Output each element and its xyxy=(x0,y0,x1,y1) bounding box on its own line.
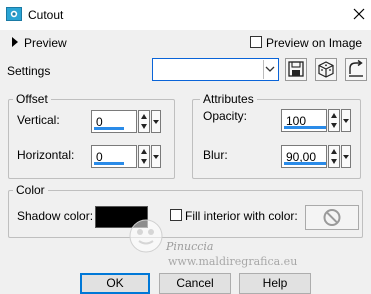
cutout-app-icon xyxy=(6,7,22,21)
close-icon[interactable] xyxy=(352,7,366,21)
dropdown-arrow-icon xyxy=(153,120,159,124)
color-group-label: Color xyxy=(13,183,48,197)
opacity-dropdown[interactable] xyxy=(341,109,351,132)
watermark-url: www.maldiregrafica.eu xyxy=(168,255,298,268)
blur-dropdown[interactable] xyxy=(341,145,351,168)
dropdown-arrow-icon xyxy=(153,155,159,159)
up-down-arrows-icon xyxy=(331,113,337,128)
window-title: Cutout xyxy=(28,8,64,22)
up-down-arrows-icon xyxy=(141,114,147,129)
blur-input[interactable]: 90,00 xyxy=(281,145,327,168)
blur-value-bar xyxy=(284,162,326,165)
horizontal-dropdown[interactable] xyxy=(151,145,161,168)
help-button[interactable]: Help xyxy=(239,273,311,294)
vertical-input[interactable]: 0 xyxy=(91,110,137,133)
opacity-stepper[interactable] xyxy=(328,109,340,132)
dropdown-arrow-icon xyxy=(343,119,349,123)
up-down-arrows-icon xyxy=(331,149,337,164)
no-color-icon xyxy=(323,209,341,226)
shadow-color-label: Shadow color: xyxy=(17,209,94,223)
preview-on-image-label[interactable]: Preview on Image xyxy=(266,36,362,50)
preset-combobox[interactable] xyxy=(152,58,279,81)
blur-spinbox[interactable]: 90,00 xyxy=(281,145,351,168)
opacity-value-bar xyxy=(284,126,326,129)
preset-dropdown-button[interactable] xyxy=(263,60,277,79)
watermark-name: Pinuccia xyxy=(166,240,214,253)
blur-stepper[interactable] xyxy=(328,145,340,168)
attributes-group-label: Attributes xyxy=(200,92,257,106)
preview-toggle[interactable]: Preview xyxy=(24,36,67,50)
fill-interior-checkbox[interactable] xyxy=(170,209,182,221)
dialog-window: Cutout Preview Preview on Image Settings xyxy=(0,0,371,294)
vertical-stepper[interactable] xyxy=(138,110,150,133)
randomize-icon xyxy=(318,61,334,78)
opacity-spinbox[interactable]: 100 xyxy=(281,109,351,132)
vertical-value-bar xyxy=(94,127,124,130)
vertical-spinbox[interactable]: 0 xyxy=(91,110,161,133)
dropdown-arrow-icon xyxy=(343,155,349,159)
vertical-label: Vertical: xyxy=(17,113,60,127)
vertical-dropdown[interactable] xyxy=(151,110,161,133)
chevron-down-icon xyxy=(265,66,275,72)
horizontal-label: Horizontal: xyxy=(17,148,75,162)
offset-group-label: Offset xyxy=(13,92,51,106)
ok-button[interactable]: OK xyxy=(80,273,150,294)
horizontal-value-bar xyxy=(94,162,124,165)
fill-interior-label[interactable]: Fill interior with color: xyxy=(185,209,298,223)
up-down-arrows-icon xyxy=(141,149,147,164)
fill-interior-color-swatch xyxy=(305,205,359,230)
save-preset-icon xyxy=(288,61,304,77)
randomize-button[interactable] xyxy=(315,58,337,81)
expand-triangle-icon[interactable] xyxy=(11,37,19,47)
opacity-label: Opacity: xyxy=(203,109,248,123)
shadow-color-swatch[interactable] xyxy=(95,206,148,228)
settings-label: Settings xyxy=(7,64,51,78)
cancel-button[interactable]: Cancel xyxy=(159,273,231,294)
blur-label: Blur: xyxy=(203,148,228,162)
horizontal-stepper[interactable] xyxy=(138,145,150,168)
reset-button[interactable] xyxy=(345,58,367,81)
title-bar: Cutout xyxy=(0,0,371,30)
opacity-input[interactable]: 100 xyxy=(281,109,327,132)
horizontal-spinbox[interactable]: 0 xyxy=(91,145,161,168)
preview-on-image-checkbox[interactable] xyxy=(250,36,262,48)
save-preset-button[interactable] xyxy=(285,58,307,81)
horizontal-input[interactable]: 0 xyxy=(91,145,137,168)
reset-icon xyxy=(349,59,363,77)
